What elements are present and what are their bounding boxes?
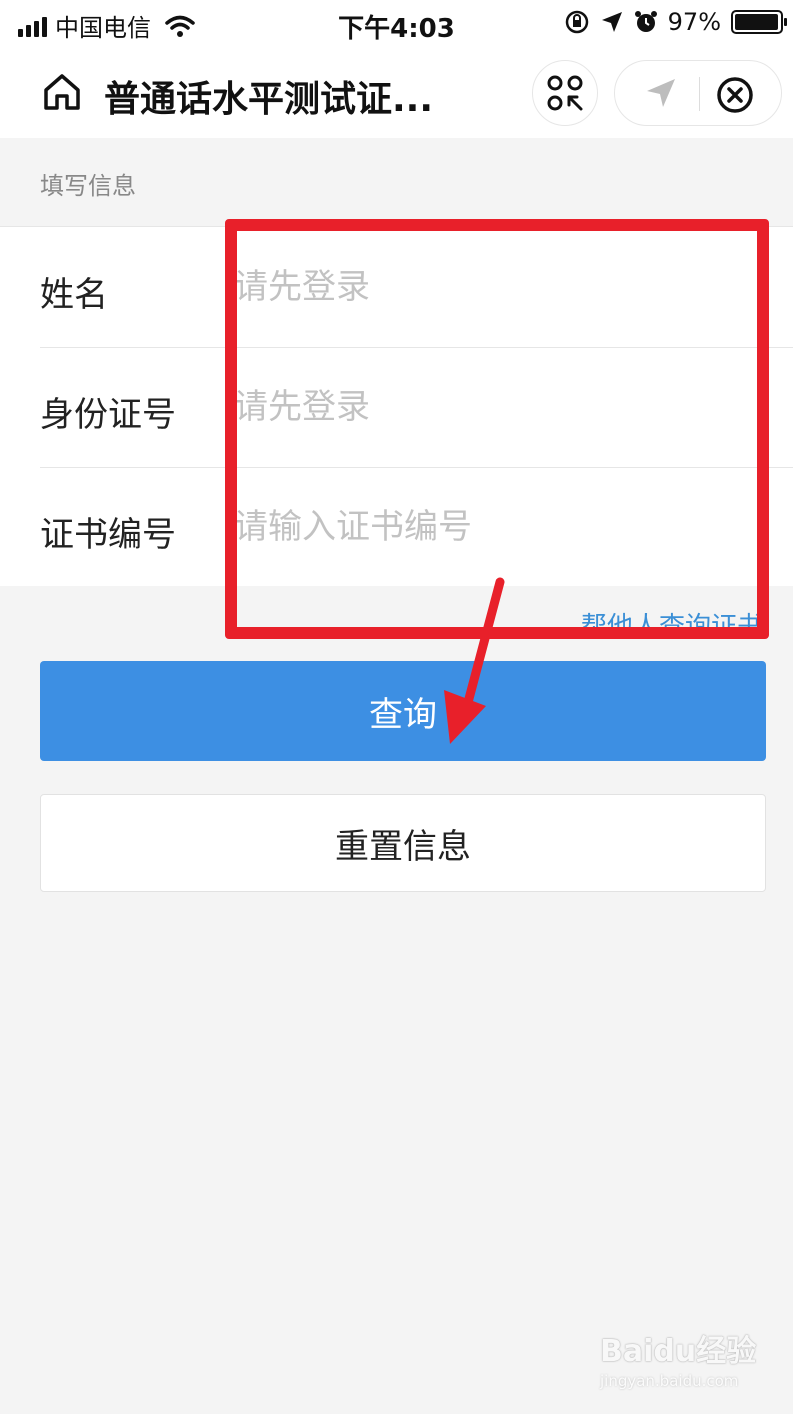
qr-scan-button[interactable] — [532, 60, 598, 126]
page-title: 普通话水平测试证... — [104, 79, 434, 120]
reset-button[interactable]: 重置信息 — [40, 794, 766, 892]
name-label: 姓名 — [40, 275, 108, 315]
id-number-label: 身份证号 — [40, 395, 176, 435]
status-bar: 中国电信 下午4:03 97% — [0, 0, 793, 48]
form-row-name: 姓名 — [40, 227, 793, 347]
battery-percent: 97% — [667, 8, 721, 36]
section-title: 填写信息 — [40, 172, 136, 200]
close-icon[interactable] — [715, 75, 755, 115]
name-input[interactable] — [234, 261, 754, 313]
home-icon[interactable] — [40, 70, 84, 114]
id-number-input[interactable] — [234, 381, 754, 433]
mini-program-capsule — [614, 60, 782, 126]
form-row-id: 身份证号 — [40, 347, 793, 467]
watermark-url: jingyan.baidu.com — [600, 1372, 739, 1390]
battery-icon — [731, 10, 787, 34]
query-button[interactable]: 查询 — [40, 661, 766, 761]
capsule-divider — [699, 77, 700, 111]
alarm-icon — [634, 11, 657, 32]
baidu-watermark: Baidu经验 jingyan.baidu.com — [600, 1326, 760, 1398]
form-row-certificate: 证书编号 — [40, 467, 793, 587]
qr-scan-icon — [547, 75, 583, 111]
help-others-query-link[interactable]: 帮他人查询证书 — [581, 606, 763, 643]
location-icon — [601, 12, 622, 32]
location-arrow-icon[interactable] — [643, 75, 679, 111]
certificate-number-label: 证书编号 — [40, 515, 176, 555]
nav-bar: 普通话水平测试证... — [0, 48, 793, 138]
info-form: 姓名 身份证号 证书编号 — [0, 226, 793, 586]
watermark-brand: Baidu经验 — [600, 1334, 757, 1369]
certificate-number-input[interactable] — [234, 501, 754, 553]
rotation-lock-icon — [565, 10, 588, 34]
